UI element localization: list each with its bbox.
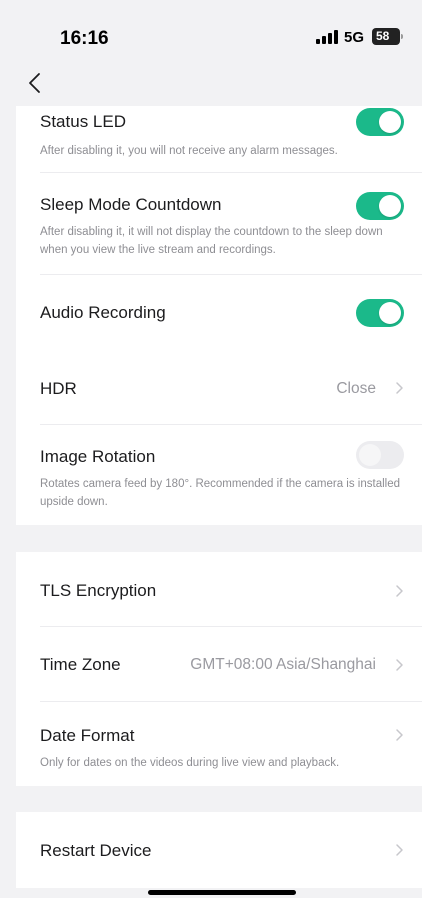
sleep-mode-countdown-title: Sleep Mode Countdown: [40, 195, 222, 214]
settings-card: Status LED After disabling it, you will …: [16, 106, 422, 525]
system-card: TLS Encryption Time Zone GMT+08:00 Asia/…: [16, 552, 422, 786]
hdr-value: Close: [336, 380, 376, 397]
status-led-row: Status LED After disabling it, you will …: [16, 106, 422, 173]
tls-encryption-title: TLS Encryption: [40, 581, 157, 600]
date-format-row[interactable]: Date Format Only for dates on the videos…: [16, 702, 422, 786]
battery-icon: 58: [372, 28, 403, 45]
audio-recording-row: Audio Recording: [16, 275, 422, 351]
time-zone-title: Time Zone: [40, 655, 121, 674]
time-zone-value: GMT+08:00 Asia/Shanghai: [190, 656, 376, 673]
image-rotation-row: Image Rotation Rotates camera feed by 18…: [16, 425, 422, 525]
status-led-description: After disabling it, you will not receive…: [40, 145, 338, 157]
audio-recording-title: Audio Recording: [40, 303, 166, 322]
audio-recording-toggle[interactable]: [356, 299, 404, 327]
chevron-right-icon: [396, 585, 403, 597]
image-rotation-toggle[interactable]: [356, 441, 404, 469]
tls-encryption-row[interactable]: TLS Encryption: [16, 552, 422, 627]
signal-icon: [316, 30, 338, 44]
restart-device-row[interactable]: Restart Device: [16, 812, 422, 888]
date-format-description: Only for dates on the videos during live…: [40, 757, 340, 769]
status-bar: 16:16 5G 58: [0, 0, 422, 66]
chevron-right-icon: [396, 382, 403, 394]
status-led-toggle[interactable]: [356, 108, 404, 136]
sleep-mode-countdown-toggle[interactable]: [356, 192, 404, 220]
chevron-right-icon: [396, 659, 403, 671]
back-button[interactable]: [26, 70, 46, 96]
image-rotation-description: Rotates camera feed by 180°. Recommended…: [40, 478, 401, 508]
device-card: Restart Device: [16, 812, 422, 888]
date-format-title: Date Format: [40, 726, 135, 745]
image-rotation-title: Image Rotation: [40, 447, 156, 466]
sleep-mode-countdown-description: After disabling it, it will not display …: [40, 226, 383, 256]
network-type: 5G: [344, 29, 365, 46]
status-time: 16:16: [60, 28, 109, 49]
status-led-title: Status LED: [40, 112, 126, 131]
restart-device-title: Restart Device: [40, 841, 152, 860]
chevron-right-icon: [396, 844, 403, 856]
home-indicator: [148, 890, 296, 895]
hdr-title: HDR: [40, 379, 77, 398]
hdr-row[interactable]: HDR Close: [16, 351, 422, 425]
sleep-mode-countdown-row: Sleep Mode Countdown After disabling it,…: [16, 173, 422, 275]
time-zone-row[interactable]: Time Zone GMT+08:00 Asia/Shanghai: [16, 627, 422, 702]
chevron-right-icon: [396, 729, 403, 741]
